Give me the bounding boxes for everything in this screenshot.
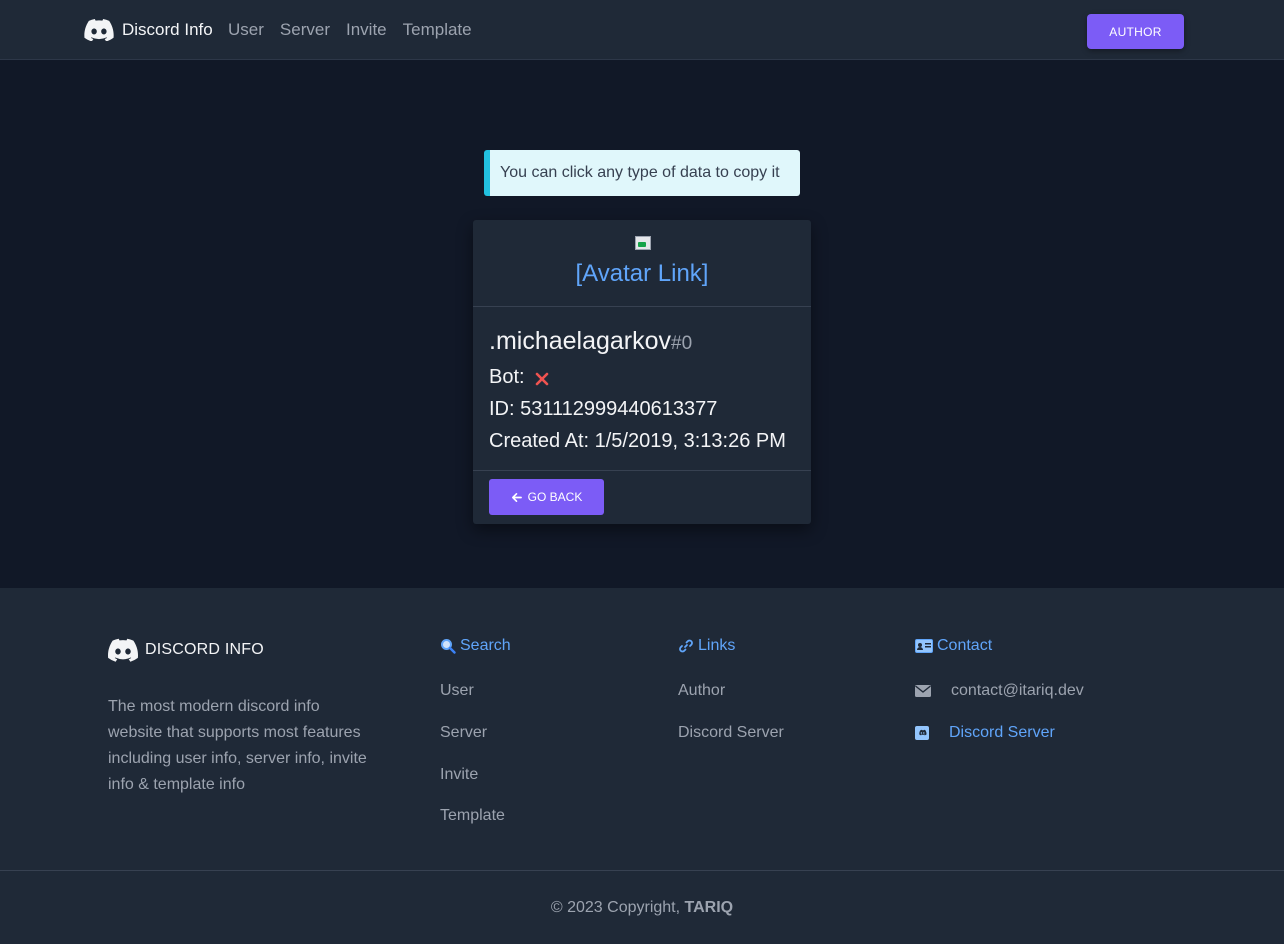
discord-logo-icon	[84, 19, 114, 41]
avatar-link[interactable]: [Avatar Link]	[473, 260, 811, 288]
contact-discord-link[interactable]: Discord Server	[949, 724, 1055, 742]
username-row[interactable]: .michaelagarkov#0	[489, 325, 795, 360]
card-header: [Avatar Link]	[473, 220, 811, 307]
arrow-left-icon	[511, 492, 522, 502]
bot-row: Bot:	[489, 366, 795, 389]
nav-link-invite[interactable]: Invite	[346, 20, 387, 40]
nav-link-server[interactable]: Server	[280, 20, 330, 40]
footer-contact-email[interactable]: contact@itariq.dev	[915, 682, 1084, 700]
navbar: Discord Info User Server Invite Template…	[0, 0, 1284, 60]
footer-link-invite[interactable]: Invite	[440, 766, 478, 784]
username[interactable]: .michaelagarkov	[489, 327, 671, 355]
copyright-text: © 2023 Copyright,	[550, 899, 681, 916]
avatar-image[interactable]	[635, 236, 651, 250]
footer-contact-column: Contact	[915, 636, 992, 656]
created-label: Created At:	[489, 430, 590, 452]
footer-contact-label: Contact	[937, 637, 993, 654]
footer: DISCORD INFO The most modern discord inf…	[0, 588, 1284, 944]
discriminator[interactable]: #0	[671, 333, 692, 354]
card-body: .michaelagarkov#0 Bot: ID: 5311129994406…	[473, 307, 811, 471]
nav-links: User Server Invite Template	[228, 20, 488, 40]
footer-contact-discord[interactable]: Discord Server	[915, 724, 1055, 742]
contact-email-text[interactable]: contact@itariq.dev	[951, 682, 1084, 700]
card-footer: GO BACK	[473, 471, 811, 523]
copyright: © 2023 Copyright, TARIQ	[0, 899, 1284, 917]
go-back-label: GO BACK	[527, 490, 583, 504]
footer-link-user[interactable]: User	[440, 682, 474, 700]
created-row[interactable]: Created At: 1/5/2019, 3:13:26 PM	[489, 429, 795, 453]
user-card: [Avatar Link] .michaelagarkov#0 Bot: ID:…	[473, 220, 811, 524]
footer-contact-title: Contact	[915, 636, 992, 656]
footer-description: The most modern discord info website tha…	[108, 698, 367, 793]
footer-link-author[interactable]: Author	[678, 682, 725, 700]
brand-title: Discord Info	[122, 20, 213, 39]
id-label: ID:	[489, 398, 515, 420]
go-back-button[interactable]: GO BACK	[489, 479, 604, 515]
footer-links-column: Links	[678, 636, 735, 656]
footer-links-label: Links	[698, 637, 736, 654]
discord-square-icon	[915, 726, 929, 740]
nav-link-user[interactable]: User	[228, 20, 264, 40]
footer-links-title: Links	[678, 636, 735, 656]
envelope-icon	[915, 685, 931, 697]
copy-hint-text: You can click any type of data to copy i…	[500, 164, 780, 181]
copyright-owner-link[interactable]: TARIQ	[685, 899, 734, 916]
copy-hint-alert: You can click any type of data to copy i…	[484, 150, 800, 196]
footer-search-column: Search	[440, 636, 511, 656]
footer-brand-title: DISCORD INFO	[145, 641, 264, 658]
author-button[interactable]: AUTHOR	[1087, 14, 1184, 49]
bot-label: Bot:	[489, 366, 525, 388]
nav-link-template[interactable]: Template	[403, 20, 472, 40]
id-value[interactable]: 531112999440613377	[520, 398, 717, 420]
footer-link-discord-server[interactable]: Discord Server	[678, 724, 784, 742]
footer-search-label: Search	[460, 637, 511, 654]
id-row[interactable]: ID: 531112999440613377	[489, 397, 795, 421]
footer-search-title: Search	[440, 636, 511, 656]
footer-link-template[interactable]: Template	[440, 807, 505, 825]
created-value[interactable]: 1/5/2019, 3:13:26 PM	[595, 430, 786, 452]
search-icon	[441, 639, 456, 654]
footer-divider	[0, 870, 1284, 871]
close-icon	[535, 372, 548, 385]
contact-card-icon	[915, 639, 933, 653]
brand-link[interactable]: Discord Info	[84, 17, 213, 43]
footer-brand: DISCORD INFO	[108, 638, 264, 662]
footer-link-server[interactable]: Server	[440, 724, 487, 742]
link-icon	[679, 639, 693, 653]
discord-logo-icon	[108, 638, 138, 662]
